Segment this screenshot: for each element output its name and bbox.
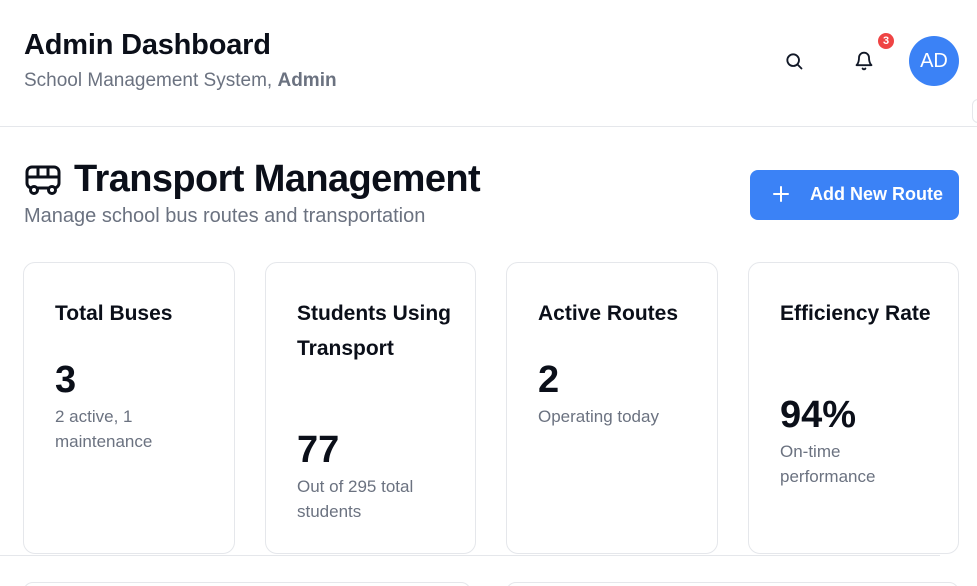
add-new-route-label: Add New Route [810, 184, 943, 204]
stat-label: Total Buses [55, 302, 173, 325]
user-avatar[interactable]: AD [909, 36, 959, 86]
search-icon [786, 53, 803, 70]
stat-label: Efficiency Rate [780, 302, 931, 325]
user-role: Admin [277, 70, 337, 91]
app-subtitle-text: School Management System, [24, 70, 278, 91]
stat-value: 94% [780, 394, 857, 436]
plus-icon [773, 186, 789, 202]
stat-card-students-transport: Students Using Transport 77 Out of 295 t… [265, 262, 476, 554]
section-title: Transport Management [74, 158, 481, 200]
section-subtitle: Manage school bus routes and transportat… [24, 205, 426, 227]
scroll-handle[interactable] [972, 99, 977, 123]
notifications-button[interactable] [844, 41, 884, 81]
stat-card-active-routes: Active Routes 2 Operating today [506, 262, 718, 554]
stat-card-total-buses: Total Buses 3 2 active, 1 maintenance [23, 262, 235, 554]
stat-value: 3 [55, 359, 77, 401]
stat-note: Operating today [538, 407, 659, 426]
stat-label: Active Routes [538, 302, 679, 325]
stat-value: 2 [538, 359, 560, 401]
stat-card-efficiency-rate: Efficiency Rate 94% On-time performance [748, 262, 959, 554]
top-header: Admin Dashboard School Management System… [0, 0, 977, 127]
stat-note: 2 active, 1 maintenance [55, 407, 153, 451]
lower-panel-left [23, 582, 471, 586]
page: Admin Dashboard School Management System… [0, 0, 977, 586]
bell-icon [855, 51, 873, 71]
stat-value: 77 [297, 429, 340, 471]
app-title: Admin Dashboard [24, 29, 271, 61]
add-new-route-button[interactable]: Add New Route [750, 170, 959, 220]
stat-label: Students Using Transport [297, 302, 452, 360]
lower-panel-right [506, 582, 959, 586]
app-subtitle: School Management System, Admin [24, 70, 337, 92]
notification-badge: 3 [878, 33, 894, 49]
search-button[interactable] [774, 41, 814, 81]
section-divider [0, 555, 940, 556]
stat-note: On-time performance [780, 442, 876, 486]
bus-icon [25, 165, 61, 195]
stat-note: Out of 295 total students [297, 477, 414, 521]
